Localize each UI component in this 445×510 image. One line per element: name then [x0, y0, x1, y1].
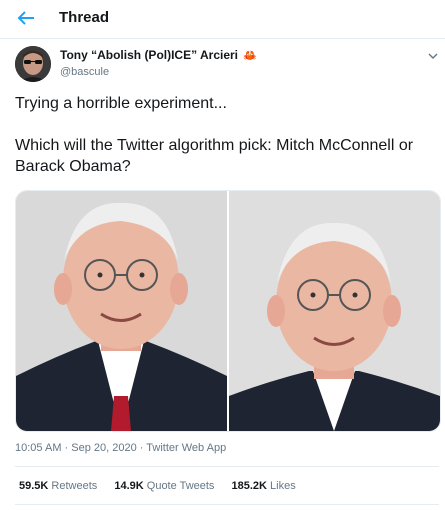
- tweet-time[interactable]: 10:05 AM: [15, 442, 61, 454]
- tweet-media: [15, 190, 441, 432]
- retweets-stat[interactable]: 59.5K Retweets: [19, 480, 97, 492]
- tweet-text: Trying a horrible experiment... Which wi…: [15, 93, 435, 177]
- photo-left[interactable]: [16, 191, 227, 431]
- tweet-stats: 59.5K Retweets 14.9K Quote Tweets 185.2K…: [19, 480, 310, 492]
- likes-stat[interactable]: 185.2K Likes: [232, 480, 296, 492]
- quote-tweets-stat[interactable]: 14.9K Quote Tweets: [114, 480, 214, 492]
- author-name-text: Tony “Abolish (Pol)ICE” Arcieri: [60, 48, 239, 62]
- likes-label: Likes: [270, 480, 296, 492]
- crab-emoji-icon: 🦀: [243, 50, 258, 62]
- divider: [15, 466, 439, 467]
- meta-separator: ·: [136, 442, 147, 454]
- divider: [15, 504, 439, 505]
- quote-tweets-count: 14.9K: [114, 480, 144, 492]
- tweet-date[interactable]: Sep 20, 2020: [71, 442, 136, 454]
- back-arrow-icon[interactable]: [14, 6, 38, 30]
- retweets-label: Retweets: [51, 480, 98, 492]
- tweet-line-2: Which will the Twitter algorithm pick: M…: [15, 137, 414, 175]
- author-handle[interactable]: @bascule: [60, 66, 109, 78]
- tweet-line-1: Trying a horrible experiment...: [15, 95, 227, 112]
- author-name[interactable]: Tony “Abolish (Pol)ICE” Arcieri 🦀: [60, 48, 257, 62]
- meta-separator: ·: [61, 442, 72, 454]
- likes-count: 185.2K: [231, 480, 267, 492]
- chevron-down-icon[interactable]: [427, 50, 439, 62]
- retweets-count: 59.5K: [19, 480, 49, 492]
- page-title: Thread: [59, 9, 110, 26]
- avatar[interactable]: [15, 46, 51, 82]
- photo-right[interactable]: [229, 191, 440, 431]
- tweet-source[interactable]: Twitter Web App: [146, 442, 226, 454]
- tweet-meta: 10:05 AM · Sep 20, 2020 · Twitter Web Ap…: [15, 442, 226, 454]
- avatar-image: [15, 46, 51, 82]
- thread-header: Thread: [0, 0, 445, 39]
- quote-tweets-label: Quote Tweets: [146, 480, 215, 492]
